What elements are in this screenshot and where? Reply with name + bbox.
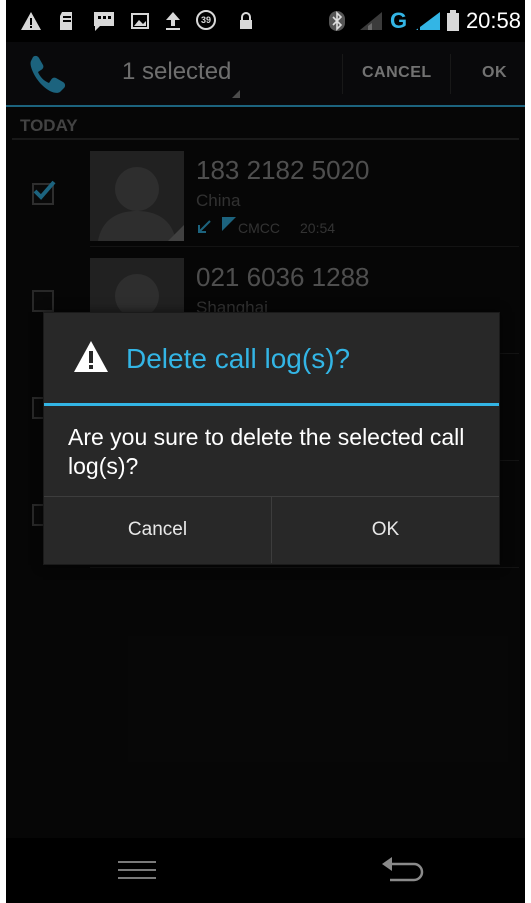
delete-confirm-dialog: Delete call log(s)? Are you sure to dele… — [43, 312, 500, 565]
upload-icon — [166, 12, 180, 30]
dialog-ok-button[interactable]: OK — [272, 497, 499, 563]
dialog-title: Delete call log(s)? — [126, 343, 351, 374]
alert-icon — [74, 341, 108, 372]
clock: 20:58 — [465, 8, 521, 33]
message-icon — [94, 12, 114, 31]
signal-icon — [360, 12, 382, 30]
bluetooth-icon — [329, 11, 345, 31]
notification-count: 39 — [200, 15, 211, 25]
menu-icon[interactable] — [116, 858, 158, 882]
dialog-message: Are you sure to delete the selected call… — [68, 424, 465, 479]
count-badge-icon: 39 — [196, 10, 216, 30]
warning-icon — [21, 12, 41, 30]
lock-icon — [240, 12, 252, 29]
back-icon[interactable] — [380, 854, 424, 886]
sd-card-icon — [60, 12, 72, 30]
navigation-bar — [6, 838, 525, 903]
dialog-cancel-button[interactable]: Cancel — [44, 497, 271, 563]
signal-strength-icon — [416, 12, 440, 30]
dialog-title-divider — [44, 403, 499, 406]
network-type: G — [390, 8, 408, 33]
battery-icon — [447, 10, 459, 31]
phone-screen: 39 G 20:58 1 selected CANCEL OK TODAY 18… — [6, 0, 525, 903]
image-icon — [131, 13, 149, 29]
status-bar: 39 G 20:58 — [6, 0, 525, 42]
